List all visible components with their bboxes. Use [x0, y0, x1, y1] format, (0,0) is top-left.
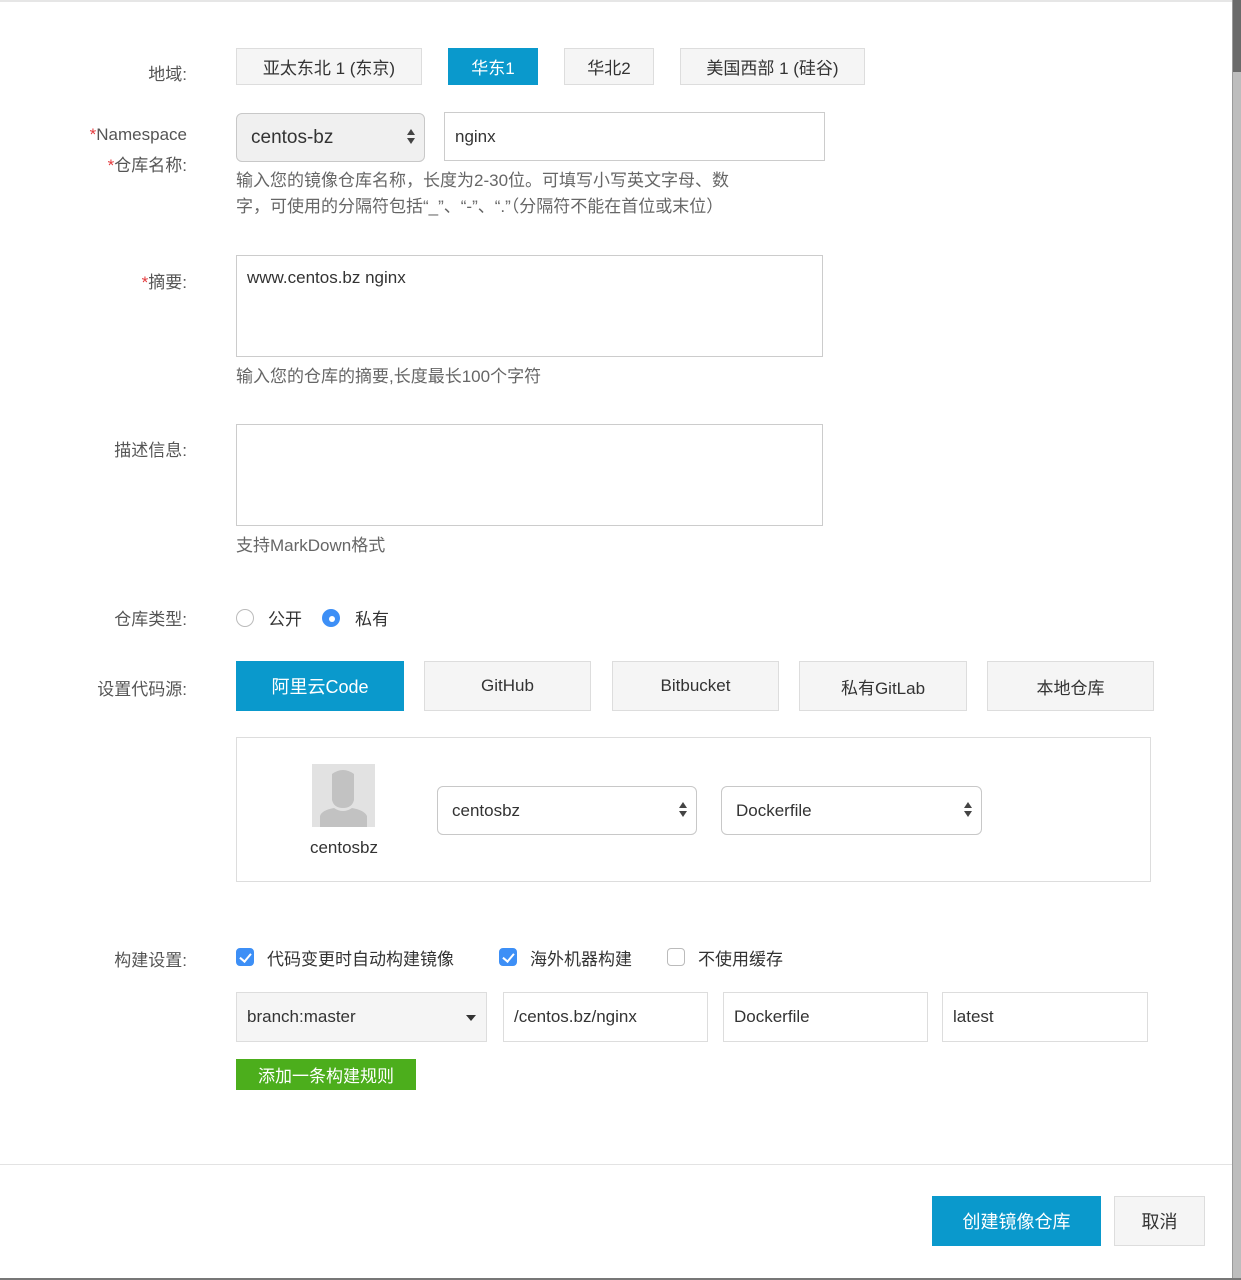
checkbox-no-cache[interactable]	[667, 948, 685, 966]
region-label: 地域:	[148, 65, 187, 84]
dockerfile-input[interactable]: Dockerfile	[723, 992, 928, 1042]
avatar	[312, 764, 375, 827]
scrollbar[interactable]	[1232, 0, 1241, 1280]
summary-textarea[interactable]: www.centos.bz nginx	[236, 255, 823, 357]
checkbox-no-cache-label[interactable]: 不使用缓存	[698, 945, 783, 970]
directory-input[interactable]: /centos.bz/nginx	[503, 992, 708, 1042]
top-divider	[0, 0, 1232, 2]
source-tab-aliyun-code[interactable]: 阿里云Code	[236, 661, 404, 711]
tag-input[interactable]: latest	[942, 992, 1148, 1042]
select-arrows-icon	[678, 801, 688, 820]
radio-public-label[interactable]: 公开	[268, 605, 302, 630]
source-tab-private-gitlab[interactable]: 私有GitLab	[799, 661, 967, 711]
repo-name-input[interactable]: nginx	[444, 112, 825, 161]
region-option-north-china-2[interactable]: 华北2	[564, 48, 654, 85]
cancel-button[interactable]: 取消	[1114, 1196, 1205, 1246]
checkbox-auto-build-label[interactable]: 代码变更时自动构建镜像	[267, 945, 454, 970]
repo-name-help: 输入您的镜像仓库名称，长度为2-30位。可填写小写英文字母、数 字，可使用的分隔…	[236, 171, 730, 216]
description-help: 支持MarkDown格式	[236, 536, 386, 555]
select-arrows-icon	[963, 801, 973, 820]
add-build-rule-button[interactable]: 添加一条构建规则	[236, 1059, 416, 1090]
description-label: 描述信息:	[114, 441, 187, 460]
region-option-us-west[interactable]: 美国西部 1 (硅谷)	[680, 48, 865, 85]
radio-private[interactable]	[322, 609, 340, 627]
project-select[interactable]: Dockerfile	[721, 786, 982, 835]
code-source-label: 设置代码源:	[97, 680, 187, 699]
account-name: centosbz	[309, 838, 379, 857]
repo-name-label: *仓库名称:	[107, 156, 187, 175]
checkbox-overseas-build-label[interactable]: 海外机器构建	[530, 945, 632, 970]
radio-private-label[interactable]: 私有	[355, 605, 389, 630]
checkbox-overseas-build[interactable]	[499, 948, 517, 966]
branch-select[interactable]: branch:master	[236, 992, 487, 1042]
source-tab-github[interactable]: GitHub	[424, 661, 591, 711]
description-textarea[interactable]	[236, 424, 823, 526]
region-option-tokyo[interactable]: 亚太东北 1 (东京)	[236, 48, 422, 85]
create-repo-button[interactable]: 创建镜像仓库	[932, 1196, 1101, 1246]
source-tab-local-repo[interactable]: 本地仓库	[987, 661, 1154, 711]
summary-help: 输入您的仓库的摘要,长度最长100个字符	[236, 367, 542, 386]
build-settings-label: 构建设置:	[114, 951, 187, 970]
region-option-east-china-1[interactable]: 华东1	[448, 48, 538, 85]
namespace-label: *Namespace	[89, 125, 187, 144]
repo-type-label: 仓库类型:	[114, 610, 187, 629]
source-tab-bitbucket[interactable]: Bitbucket	[612, 661, 779, 711]
footer-divider	[0, 1164, 1232, 1165]
radio-public[interactable]	[236, 609, 254, 627]
select-arrows-icon	[406, 128, 416, 147]
repo-select[interactable]: centosbz	[437, 786, 697, 835]
namespace-select[interactable]: centos-bz	[236, 113, 425, 162]
caret-down-icon	[466, 1015, 476, 1021]
checkbox-auto-build[interactable]	[236, 948, 254, 966]
user-silhouette-icon	[312, 764, 375, 827]
scrollbar-thumb[interactable]	[1233, 0, 1241, 72]
summary-label: *摘要:	[141, 273, 187, 292]
